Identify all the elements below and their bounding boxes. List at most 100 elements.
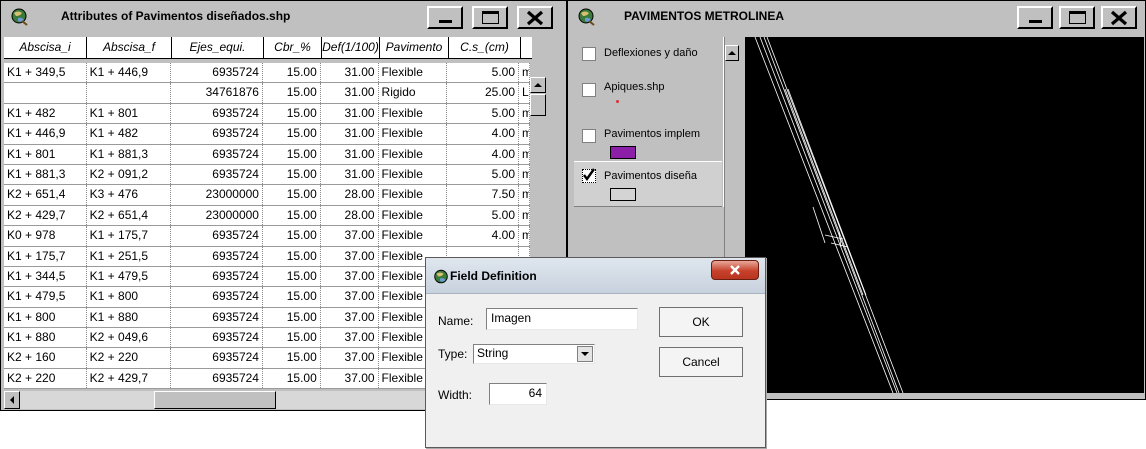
layer-checkbox[interactable]: [582, 168, 596, 183]
layer-deflexiones[interactable]: Deflexiones y daño: [574, 37, 722, 67]
table-cell[interactable]: K0 + 978: [4, 226, 87, 246]
attributes-titlebar[interactable]: Attributes of Pavimentos diseñados.shp: [3, 3, 564, 30]
table-cell[interactable]: 28.00: [321, 185, 379, 205]
table-cell[interactable]: 5.00: [447, 63, 519, 83]
table-cell[interactable]: K2 + 651,4: [87, 205, 172, 226]
table-row[interactable]: K1 + 801 K1 + 881,3 6935724 15.00 31.00 Flexi…: [4, 144, 530, 165]
layer-checkbox[interactable]: [582, 47, 596, 61]
table-cell[interactable]: 37.00: [321, 287, 379, 307]
table-cell[interactable]: 37.00: [321, 246, 379, 266]
table-cell[interactable]: K2 + 220: [4, 368, 87, 389]
table-cell[interactable]: 37.00: [321, 368, 379, 389]
table-cell[interactable]: Flexible: [379, 205, 448, 226]
view-titlebar[interactable]: PAVIMENTOS METROLINEA: [570, 3, 1143, 30]
table-row[interactable]: K1 + 446,9 K1 + 482 6935724 15.00 31.00 Flexi…: [4, 124, 530, 145]
table-cell[interactable]: K2 + 651,4: [4, 185, 87, 205]
table-cell[interactable]: K1 + 446,9: [4, 124, 87, 144]
type-select[interactable]: String: [473, 344, 595, 364]
table-cell[interactable]: K1 + 482: [4, 103, 87, 124]
table-cell[interactable]: K1 + 801: [4, 144, 87, 164]
attributes-maximize-button[interactable]: [472, 6, 508, 29]
table-cell[interactable]: 6935724: [171, 368, 263, 389]
name-input[interactable]: Imagen: [486, 308, 638, 330]
table-cell[interactable]: 5.00: [447, 164, 519, 185]
table-cell[interactable]: 6935724: [171, 124, 263, 144]
table-cell[interactable]: 23000000: [171, 205, 263, 226]
table-cell[interactable]: 5.00: [447, 103, 519, 124]
map-canvas[interactable]: [745, 37, 1144, 393]
table-cell[interactable]: K2 + 049,6: [87, 328, 172, 348]
table-cell[interactable]: K1 + 880: [4, 328, 87, 348]
view-maximize-button[interactable]: [1059, 6, 1095, 29]
table-cell[interactable]: K1 + 349,5: [4, 63, 87, 83]
table-cell[interactable]: 5.00: [447, 205, 519, 226]
table-cell[interactable]: 15.00: [263, 205, 321, 226]
table-cell[interactable]: [4, 83, 87, 103]
table-row[interactable]: 34761876 15.00 31.00 Rigido 25.00 L: [4, 83, 530, 104]
column-header[interactable]: Ejes_equi.: [172, 37, 264, 59]
table-cell[interactable]: K1 + 482: [87, 124, 172, 144]
width-input[interactable]: 64: [489, 383, 547, 405]
table-cell[interactable]: 4.00: [447, 226, 519, 246]
table-cell[interactable]: K1 + 479,5: [87, 266, 172, 287]
column-header[interactable]: Cbr_%: [264, 37, 322, 59]
table-row[interactable]: K0 + 978 K1 + 175,7 6935724 15.00 37.00 Flexi…: [4, 226, 530, 247]
scroll-left-button[interactable]: [4, 391, 20, 409]
table-cell[interactable]: K1 + 800: [87, 287, 172, 307]
cancel-button[interactable]: Cancel: [659, 347, 743, 377]
table-row[interactable]: K1 + 881,3 K2 + 091,2 6935724 15.00 31.00 Fle…: [4, 164, 530, 186]
column-header[interactable]: C.s_(cm): [449, 37, 521, 59]
table-cell[interactable]: 7.50: [447, 185, 519, 205]
table-cell[interactable]: 6935724: [171, 103, 263, 124]
table-cell[interactable]: 31.00: [321, 103, 379, 124]
table-cell[interactable]: 37.00: [321, 266, 379, 287]
table-cell[interactable]: m: [519, 164, 530, 185]
table-cell[interactable]: m: [519, 226, 530, 246]
table-cell[interactable]: L: [519, 83, 530, 103]
table-cell[interactable]: 6935724: [171, 348, 263, 368]
table-cell[interactable]: K1 + 251,5: [87, 246, 172, 266]
view-close-button[interactable]: [1101, 6, 1137, 29]
table-cell[interactable]: 6935724: [171, 63, 263, 83]
table-cell[interactable]: 25.00: [447, 83, 519, 103]
table-cell[interactable]: 15.00: [263, 307, 321, 328]
dialog-close-button[interactable]: [711, 260, 759, 280]
column-header[interactable]: Abscisa_i: [4, 37, 87, 59]
table-cell[interactable]: 37.00: [321, 226, 379, 246]
table-cell[interactable]: m: [519, 103, 530, 124]
table-cell[interactable]: 28.00: [321, 205, 379, 226]
table-cell[interactable]: K2 + 091,2: [87, 164, 172, 185]
table-cell[interactable]: Rigido: [379, 83, 448, 103]
table-cell[interactable]: 6935724: [171, 226, 263, 246]
table-row[interactable]: K2 + 651,4 K3 + 476 23000000 15.00 28.00 Flex…: [4, 185, 530, 206]
table-cell[interactable]: 15.00: [263, 226, 321, 246]
table-cell[interactable]: 34761876: [171, 83, 263, 103]
column-header[interactable]: Def(1/100): [322, 37, 380, 59]
table-cell[interactable]: 6935724: [171, 246, 263, 266]
table-row[interactable]: K1 + 349,5 K1 + 446,9 6935724 15.00 31.00 Fle…: [4, 63, 530, 84]
table-cell[interactable]: m: [519, 185, 530, 205]
table-cell[interactable]: 15.00: [263, 83, 321, 103]
scroll-thumb[interactable]: [154, 391, 276, 409]
table-cell[interactable]: Flexible: [379, 63, 448, 83]
table-cell[interactable]: Flexible: [379, 144, 448, 164]
scroll-up-button[interactable]: [530, 77, 546, 93]
table-cell[interactable]: Flexible: [379, 185, 448, 205]
table-cell[interactable]: 15.00: [263, 103, 321, 124]
table-cell[interactable]: 31.00: [321, 63, 379, 83]
table-cell[interactable]: 6935724: [171, 144, 263, 164]
table-cell[interactable]: K1 + 880: [87, 307, 172, 328]
table-cell[interactable]: 15.00: [263, 164, 321, 185]
table-cell[interactable]: K1 + 479,5: [4, 287, 87, 307]
table-cell[interactable]: 6935724: [171, 164, 263, 185]
table-cell[interactable]: K1 + 344,5: [4, 266, 87, 287]
table-cell[interactable]: 31.00: [321, 164, 379, 185]
table-row[interactable]: K1 + 482 K1 + 801 6935724 15.00 31.00 Flexibl…: [4, 103, 530, 125]
scroll-thumb[interactable]: [530, 94, 546, 116]
table-cell[interactable]: 23000000: [171, 185, 263, 205]
table-cell[interactable]: K1 + 175,7: [87, 226, 172, 246]
column-header[interactable]: Abscisa_f: [87, 37, 172, 59]
table-cell[interactable]: 15.00: [263, 63, 321, 83]
table-cell[interactable]: 15.00: [263, 328, 321, 348]
table-cell[interactable]: m: [519, 63, 530, 83]
